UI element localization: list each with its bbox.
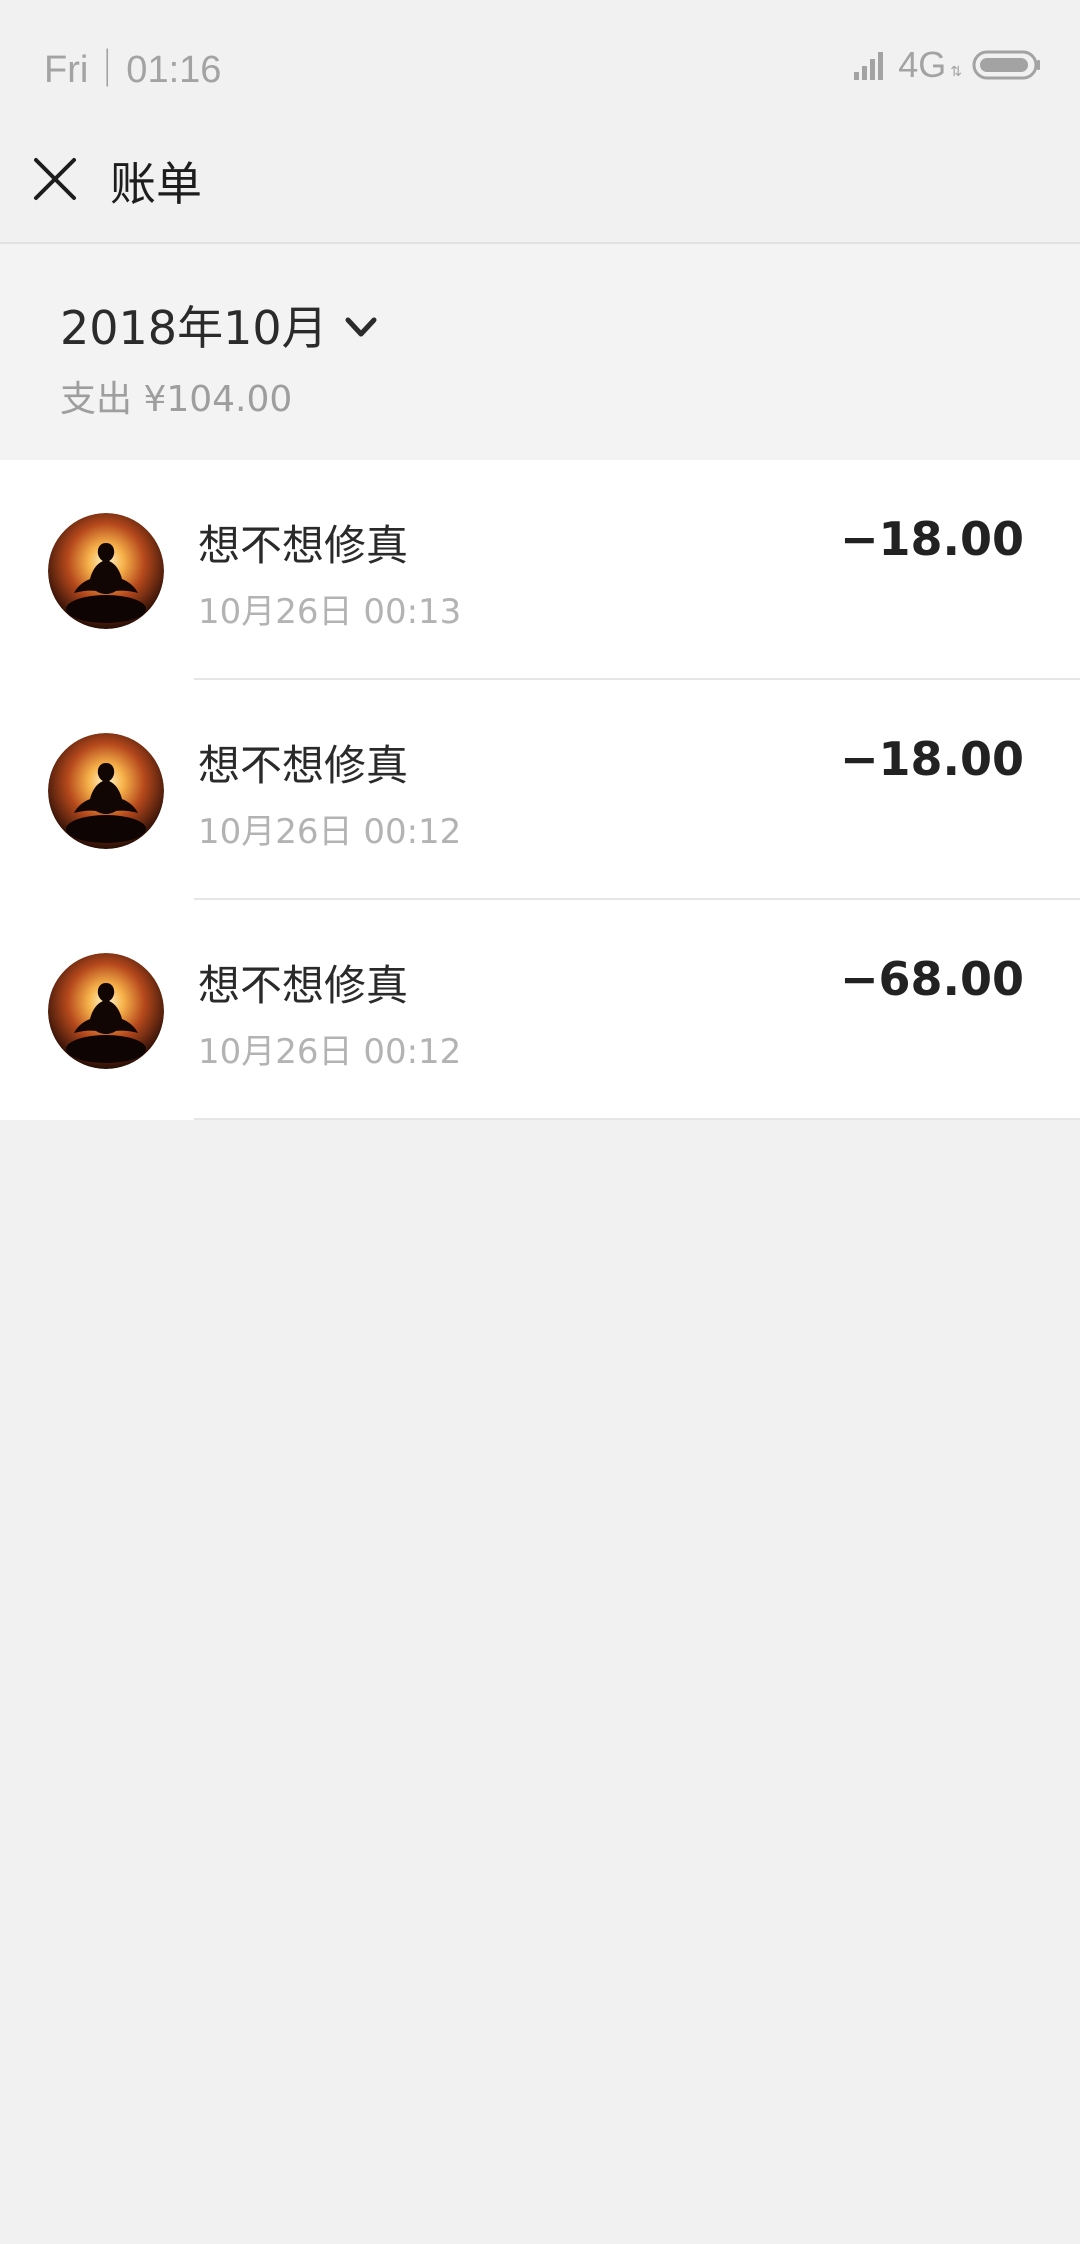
network-type: 4G [898,44,947,85]
merchant-avatar [48,733,164,849]
transaction-row[interactable]: 想不想修真 10月26日 00:13 −18.00 [0,460,1080,680]
transaction-row[interactable]: 想不想修真 10月26日 00:12 −68.00 [0,900,1080,1120]
transaction-title: 想不想修真 [198,741,409,790]
status-time: Fri｜01:16 [44,49,222,91]
spend-total: 支出 ¥104.00 [60,379,293,420]
battery-icon [972,50,1040,80]
page-title: 账单 [110,157,202,211]
status-bar: Fri｜01:16 4G ⇅ [0,0,1080,124]
app-header: 账单 [0,124,1080,244]
transaction-title: 想不想修真 [198,521,409,570]
merchant-avatar [48,513,164,629]
transaction-time: 10月26日 00:12 [198,812,462,852]
transaction-title: 想不想修真 [198,961,409,1010]
status-indicators: 4G ⇅ [852,44,1042,86]
transaction-time: 10月26日 00:13 [198,592,462,632]
transaction-row[interactable]: 想不想修真 10月26日 00:12 −18.00 [0,680,1080,900]
merchant-avatar [48,953,164,1069]
network-activity-icon: ⇅ [950,64,962,80]
month-summary: 2018年10月 支出 ¥104.00 [0,244,1080,460]
transaction-amount: −68.00 [839,952,1024,1006]
month-selector[interactable]: 2018年10月 [60,292,378,358]
close-icon[interactable] [30,154,80,204]
transaction-amount: −18.00 [839,512,1024,566]
transaction-amount: −18.00 [839,732,1024,786]
row-divider [194,1118,1080,1120]
chevron-down-icon [345,317,377,337]
signal-icon [854,52,884,80]
transaction-time: 10月26日 00:12 [198,1032,462,1072]
transaction-list: 想不想修真 10月26日 00:13 −18.00 想不想修真 10月26日 0… [0,460,1080,1120]
month-label: 2018年10月 [60,301,328,355]
